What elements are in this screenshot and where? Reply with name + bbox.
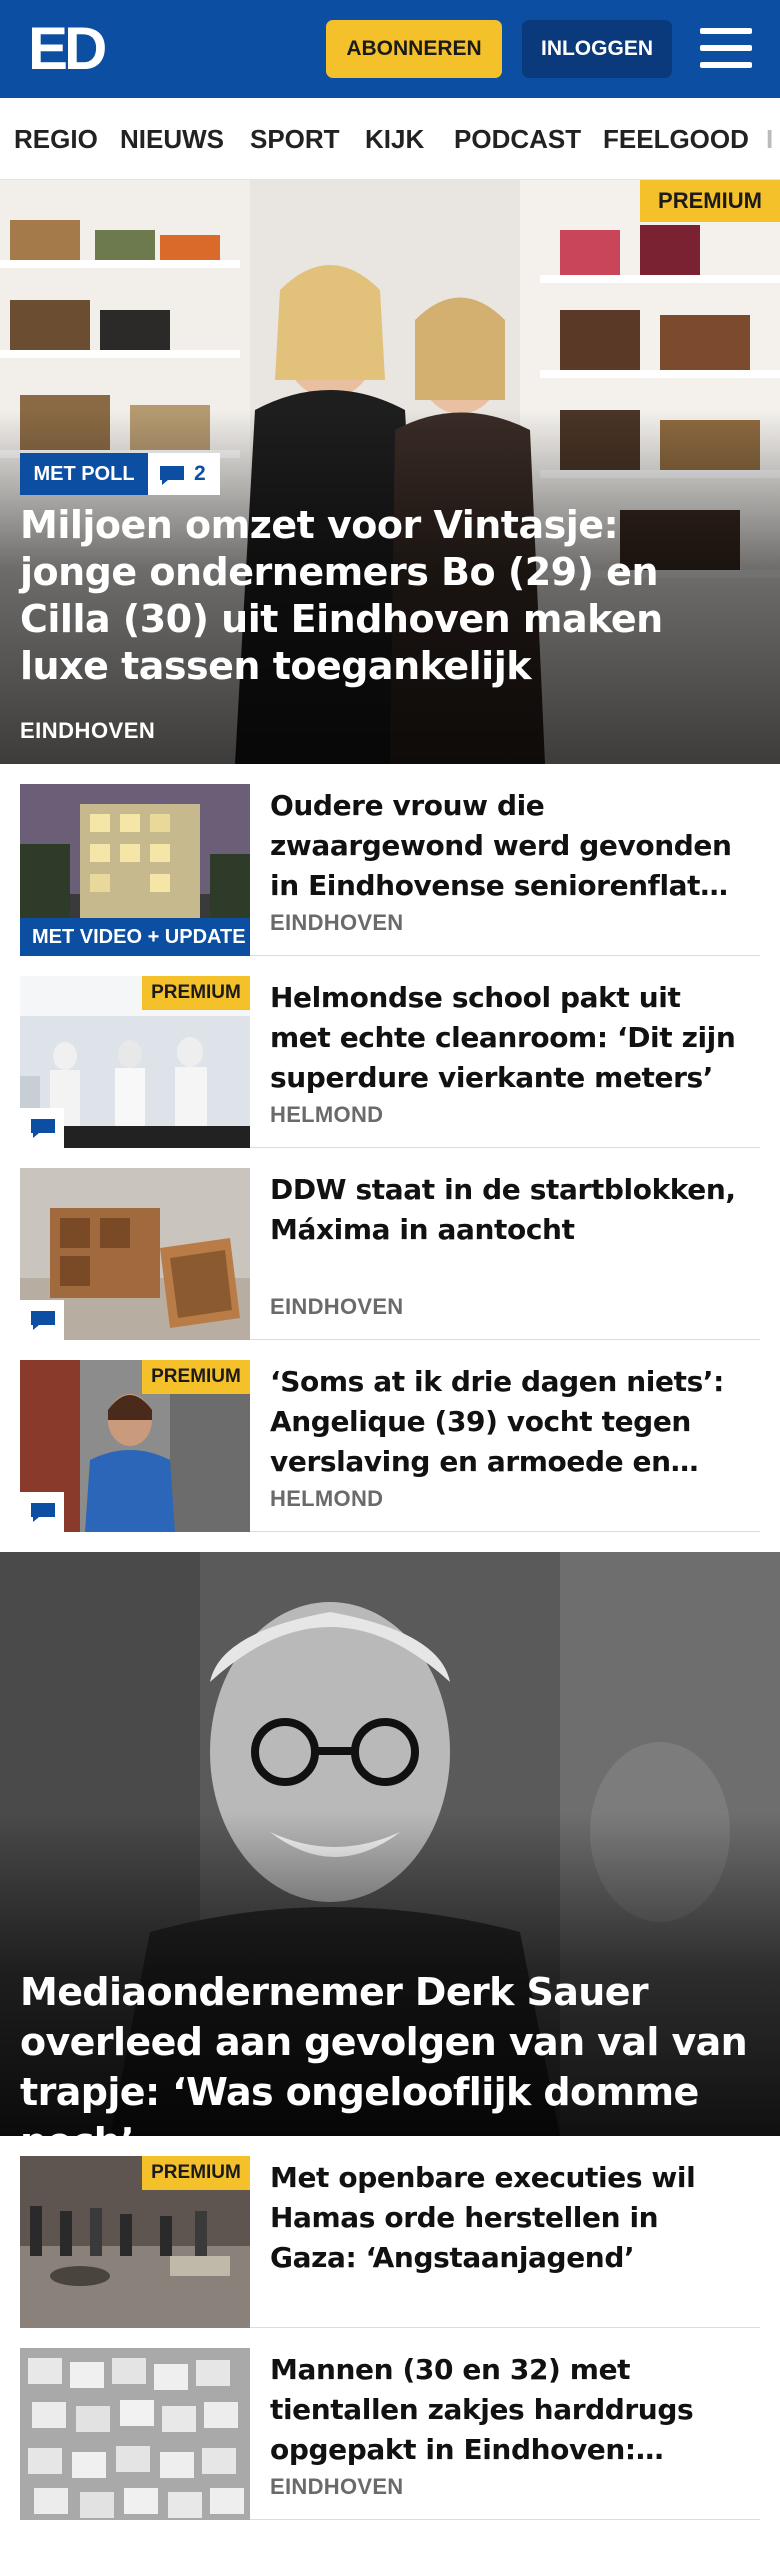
- nav-item-podcast[interactable]: PODCAST: [454, 98, 581, 179]
- comment-indicator: [20, 1108, 64, 1148]
- feature-article[interactable]: Mediaondernemer Derk Sauer overleed aan …: [0, 1552, 780, 2136]
- nav-item-nieuws[interactable]: NIEUWS: [120, 98, 224, 179]
- subscribe-button[interactable]: ABONNEREN: [326, 20, 502, 78]
- comment-bubble-icon: [31, 1311, 55, 1330]
- comment-indicator: [20, 1300, 64, 1340]
- comment-count-badge[interactable]: 2: [148, 453, 220, 495]
- comment-bubble-icon: [160, 466, 184, 485]
- article-location: HELMOND: [270, 1486, 384, 1511]
- comment-indicator: [20, 1492, 64, 1532]
- article-title[interactable]: Helmondse school pakt uit met echte clea…: [270, 978, 750, 1098]
- article-item[interactable]: PREMIUM Helmondse school pakt uit met ec…: [20, 956, 760, 1148]
- premium-badge: PREMIUM: [142, 2156, 250, 2190]
- premium-badge: PREMIUM: [640, 180, 780, 222]
- hero-article[interactable]: PREMIUM MET POLL 2 Miljoen omzet voor Vi…: [0, 180, 780, 764]
- nav-item-regio[interactable]: REGIO: [14, 98, 98, 179]
- article-title[interactable]: Mannen (30 en 32) met tientallen zakjes …: [270, 2350, 750, 2470]
- article-location: HELMOND: [270, 1102, 384, 1127]
- login-button[interactable]: INLOGGEN: [522, 20, 672, 78]
- nav-item-kijk[interactable]: KIJK: [365, 98, 424, 179]
- article-title[interactable]: ‘Soms at ik drie dagen niets’: Angelique…: [270, 1362, 750, 1482]
- article-thumbnail: [20, 1168, 250, 1340]
- article-title[interactable]: Oudere vrouw die zwaargewond werd gevond…: [270, 786, 750, 906]
- article-thumbnail: PREMIUM: [20, 1360, 250, 1532]
- premium-badge: PREMIUM: [142, 1360, 250, 1394]
- nav-item-overflow[interactable]: I: [766, 98, 773, 179]
- hero-location: EINDHOVEN: [20, 718, 156, 743]
- article-location: EINDHOVEN: [270, 1294, 404, 1319]
- video-update-badge: MET VIDEO + UPDATE: [20, 918, 250, 956]
- nav-item-sport[interactable]: SPORT: [250, 98, 340, 179]
- article-location: EINDHOVEN: [270, 910, 404, 935]
- poll-badge: MET POLL: [20, 453, 148, 495]
- article-item[interactable]: Mannen (30 en 32) met tientallen zakjes …: [20, 2328, 760, 2520]
- article-item[interactable]: DDW staat in de startblokken, Máxima in …: [20, 1148, 760, 1340]
- article-location: EINDHOVEN: [270, 2474, 404, 2499]
- nav-item-feelgood[interactable]: FEELGOOD: [603, 98, 749, 179]
- comment-bubble-icon: [31, 1503, 55, 1522]
- site-header: ED ABONNEREN INLOGGEN: [0, 0, 780, 98]
- comment-count: 2: [194, 462, 206, 485]
- article-title[interactable]: Met openbare executies wil Hamas orde he…: [270, 2158, 750, 2278]
- hamburger-icon[interactable]: [700, 26, 752, 70]
- site-logo[interactable]: ED: [28, 18, 118, 80]
- article-item[interactable]: PREMIUM ‘Soms at ik drie dagen niets’: A…: [20, 1340, 760, 1532]
- article-thumbnail: [20, 2348, 250, 2520]
- article-item[interactable]: MET VIDEO + UPDATE Oudere vrouw die zwaa…: [20, 764, 760, 956]
- article-thumbnail: PREMIUM: [20, 2156, 250, 2328]
- feature-title[interactable]: Mediaondernemer Derk Sauer overleed aan …: [20, 1967, 770, 2136]
- section-nav: REGIO NIEUWS SPORT KIJK PODCAST FEELGOOD…: [0, 98, 780, 180]
- article-title[interactable]: DDW staat in de startblokken, Máxima in …: [270, 1170, 750, 1250]
- article-thumbnail: PREMIUM: [20, 976, 250, 1148]
- article-item[interactable]: PREMIUM Met openbare executies wil Hamas…: [20, 2136, 760, 2328]
- comment-bubble-icon: [31, 1119, 55, 1138]
- premium-badge: PREMIUM: [142, 976, 250, 1010]
- article-thumbnail: MET VIDEO + UPDATE: [20, 784, 250, 956]
- hero-title[interactable]: Miljoen omzet voor Vintasje: jonge onder…: [20, 502, 740, 690]
- logo-text: ED: [28, 15, 107, 82]
